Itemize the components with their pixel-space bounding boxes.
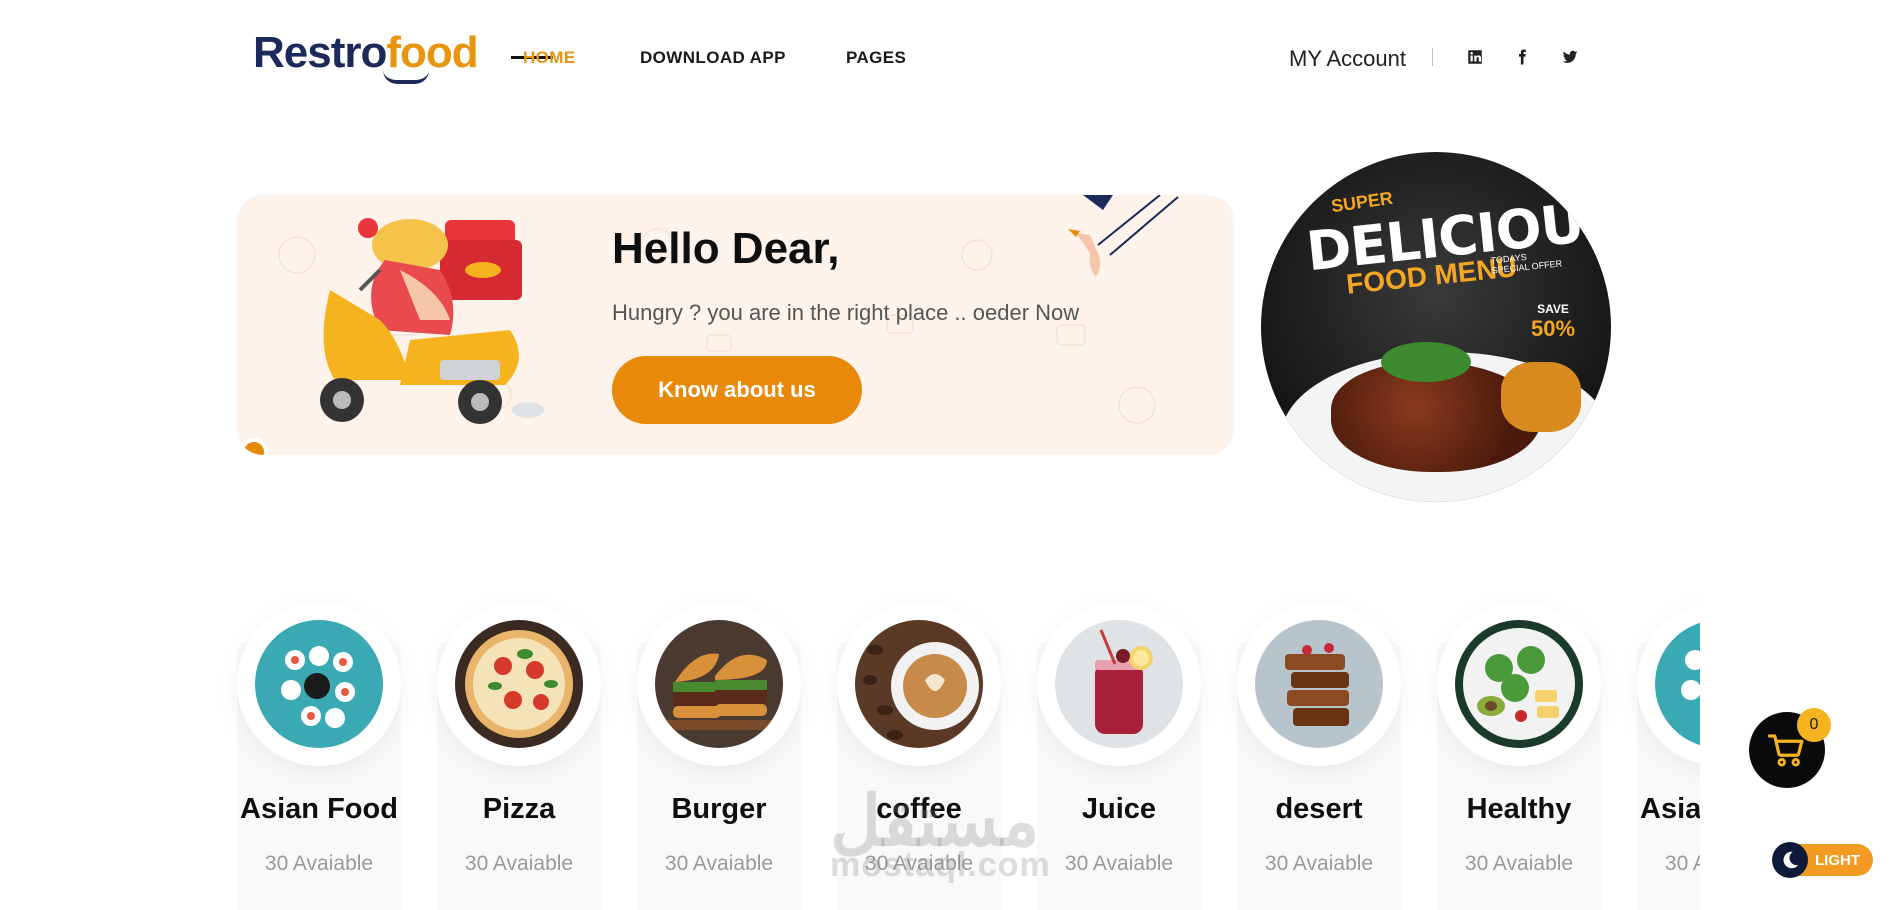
cart-count-badge: 0	[1797, 708, 1831, 742]
category-count: 30 Avaiable	[264, 852, 374, 875]
coffee-image	[855, 620, 983, 748]
healthy-food-image	[1455, 620, 1583, 748]
juice-image	[1055, 620, 1183, 748]
know-about-us-button[interactable]: Know about us	[612, 356, 862, 424]
promo-save-label: SAVE	[1537, 302, 1569, 316]
category-card[interactable]: Juice 30 Avaiable	[1037, 580, 1201, 910]
category-card[interactable]: Asian Food 30 Avaiable	[237, 580, 401, 910]
category-name: Pizza	[482, 793, 556, 825]
promo-greens	[1381, 342, 1471, 382]
pizza-image	[455, 620, 583, 748]
nav-download-app[interactable]: DOWNLOAD APP	[640, 48, 786, 68]
category-card[interactable]: Burger 30 Avaiable	[637, 580, 801, 910]
category-card[interactable]: Healthy 30 Avaiable	[1437, 580, 1601, 910]
desert-image	[1255, 620, 1383, 748]
category-count: 30 Avaiable	[1664, 852, 1700, 875]
category-name: Juice	[1081, 793, 1157, 825]
hero-subtitle: Hungry ? you are in the right place .. o…	[612, 300, 1080, 325]
nav-home[interactable]: HOME	[523, 48, 576, 68]
my-account-link[interactable]: MY Account	[1289, 46, 1406, 72]
category-name: Asian Food	[1640, 793, 1700, 825]
category-card[interactable]: Pizza 30 Avaiable	[437, 580, 601, 910]
utensils-decor-icon	[1068, 195, 1179, 277]
header-divider	[1432, 48, 1433, 66]
category-count: 30 Avaiable	[464, 852, 574, 875]
category-name: Burger	[671, 793, 767, 825]
theme-toggle-label: LIGHT	[1815, 852, 1860, 869]
logo-text-restro: Restro	[253, 28, 387, 77]
moon-icon[interactable]	[1772, 842, 1808, 878]
category-name: desert	[1275, 793, 1363, 825]
promo-food-menu-image[interactable]: SUPER DELICIOUS FOOD MENU TODAYS SPECIAL…	[1261, 152, 1611, 502]
twitter-icon[interactable]	[1557, 44, 1583, 70]
category-count: 30 Avaiable	[1264, 852, 1374, 875]
promo-save-badge: SAVE 50%	[1531, 302, 1575, 342]
category-count: 30 Avaiable	[664, 852, 774, 875]
burger-image	[655, 620, 783, 748]
watermark-latin: mostaql.com	[830, 846, 1051, 884]
category-name: Asian Food	[240, 793, 398, 825]
header: Restrofood HOME DOWNLOAD APP PAGES MY Ac…	[0, 0, 1900, 110]
delivery-scooter-illustration	[320, 218, 544, 424]
promo-potatoes	[1501, 362, 1581, 432]
hero-title: Hello Dear,	[612, 224, 840, 273]
nav-pages[interactable]: PAGES	[846, 48, 906, 68]
asian-food-image	[255, 620, 383, 748]
linkedin-icon[interactable]	[1462, 44, 1488, 70]
promo-save-percent: 50%	[1531, 316, 1576, 341]
facebook-icon[interactable]	[1509, 44, 1535, 70]
category-card[interactable]: desert 30 Avaiable	[1237, 580, 1401, 910]
category-count: 30 Avaiable	[1464, 852, 1574, 875]
category-card[interactable]: Asian Food 30 Avaiable	[1637, 580, 1700, 910]
category-name: Healthy	[1466, 793, 1572, 825]
logo[interactable]: Restrofood	[253, 28, 479, 84]
logo-smile-icon	[383, 70, 429, 84]
